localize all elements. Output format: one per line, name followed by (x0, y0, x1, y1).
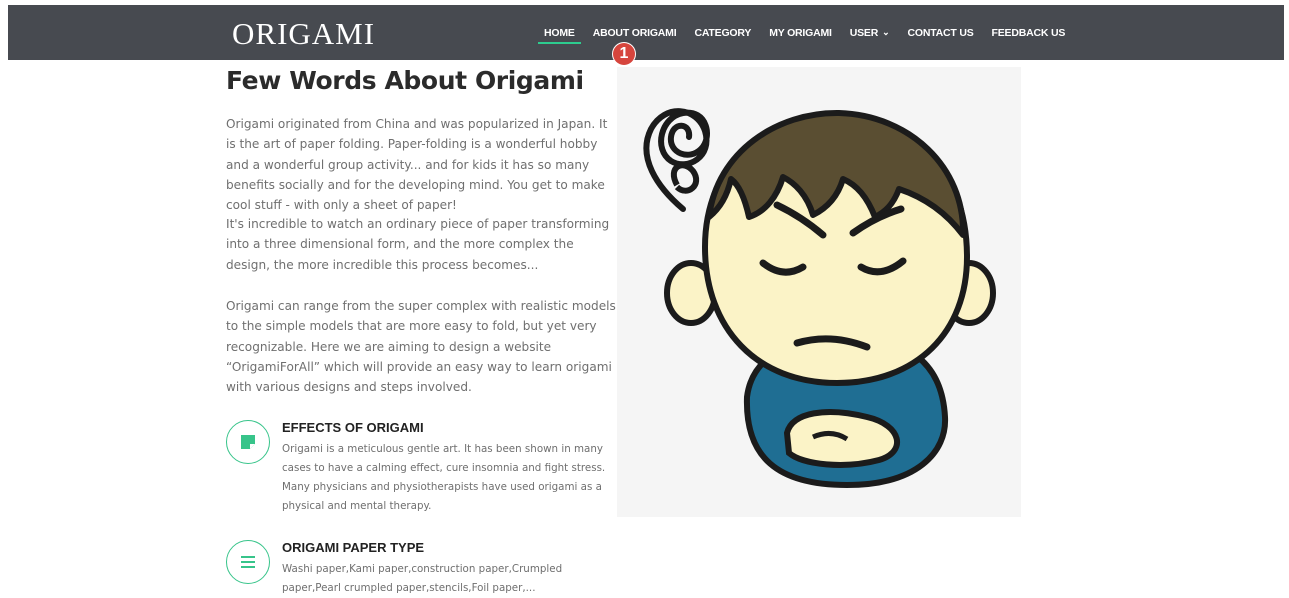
nav-home[interactable]: HOME (538, 5, 581, 60)
feature-title: ORIGAMI PAPER TYPE (282, 540, 425, 555)
feature-text: Washi paper,Kami paper,construction pape… (282, 563, 563, 594)
nav-contact-us[interactable]: CONTACT US (907, 5, 973, 60)
nav-user[interactable]: USER ⌄ (850, 5, 890, 60)
chevron-down-icon: ⌄ (882, 27, 890, 37)
nav-user-label: USER (849, 26, 879, 39)
intro-paragraph-2: It's incredible to watch an ordinary pie… (226, 217, 610, 272)
annotation-marker: 1 (613, 43, 635, 65)
feature-title: EFFECTS OF ORIGAMI (282, 420, 424, 435)
site-logo[interactable]: ORIGAMI (232, 18, 375, 49)
nav-feedback-us[interactable]: FEEDBACK US (992, 5, 1066, 60)
nav-my-origami[interactable]: MY ORIGAMI (769, 5, 832, 60)
feature-text: Origami is a meticulous gentle art. It h… (282, 443, 606, 512)
note-icon (226, 420, 270, 464)
menu-lines-icon (226, 540, 270, 584)
nav-category[interactable]: CATEGORY (694, 5, 751, 60)
page-title: Few Words About Origami (226, 66, 584, 95)
intro-paragraph-3: Origami can range from the super complex… (226, 299, 616, 395)
top-navbar: ORIGAMI HOME ABOUT ORIGAMI CATEGORY MY O… (8, 5, 1284, 60)
intro-paragraph-1: Origami originated from China and was po… (226, 117, 608, 213)
thinking-boy-illustration (617, 67, 1021, 517)
